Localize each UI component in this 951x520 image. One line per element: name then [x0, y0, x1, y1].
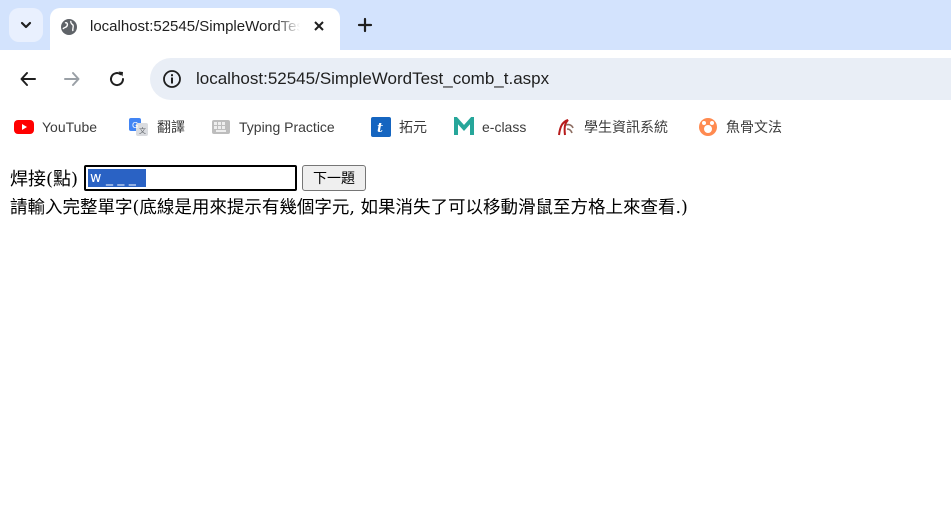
tab-strip: localhost:52545/SimpleWordTest_comb_t.as…	[0, 0, 951, 50]
close-tab-button[interactable]	[308, 15, 330, 37]
active-tab[interactable]: localhost:52545/SimpleWordTest_comb_t.as…	[50, 8, 340, 50]
bookmarks-bar: YouTube G文 翻譯 Typing Practice t 拓元 e-cla…	[0, 108, 951, 146]
bookmark-fishbone-grammar[interactable]: 魚骨文法	[698, 117, 782, 137]
bookmark-label: 翻譯	[157, 119, 185, 135]
next-question-button[interactable]: 下一題	[302, 165, 367, 191]
tab-search-button[interactable]	[9, 8, 43, 42]
eclass-icon	[454, 117, 474, 137]
browser-toolbar: localhost:52545/SimpleWordTest_comb_t.as…	[0, 50, 951, 108]
bookmark-label: 魚骨文法	[726, 119, 782, 135]
bookmark-eclass[interactable]: e-class	[454, 117, 526, 137]
bookmark-student-system[interactable]: 學生資訊系統	[556, 117, 668, 137]
svg-text:G: G	[132, 121, 138, 130]
reload-button[interactable]	[100, 62, 134, 96]
bookmark-tixcraft[interactable]: t 拓元	[371, 117, 427, 137]
word-label: 焊接(點)	[10, 169, 79, 190]
address-bar[interactable]: localhost:52545/SimpleWordTest_comb_t.as…	[150, 58, 951, 100]
youtube-icon	[14, 117, 34, 137]
translate-icon: G文	[129, 117, 149, 137]
bookmark-label: 學生資訊系統	[584, 119, 668, 135]
tixcraft-icon: t	[371, 117, 391, 137]
bookmark-label: e-class	[482, 119, 527, 135]
bookmark-typing-practice[interactable]: Typing Practice	[211, 117, 335, 137]
forward-button[interactable]	[55, 62, 89, 96]
info-icon[interactable]	[162, 69, 182, 89]
arrow-right-icon	[64, 72, 80, 86]
bookmark-translate[interactable]: G文 翻譯	[129, 117, 185, 137]
bookmark-label: Typing Practice	[239, 119, 335, 135]
answer-input-value: w _ _ _	[88, 169, 147, 187]
new-tab-button[interactable]	[348, 8, 382, 42]
bookmark-youtube[interactable]: YouTube	[14, 117, 97, 137]
answer-input[interactable]: w _ _ _	[84, 165, 298, 191]
keyboard-icon	[211, 117, 231, 137]
instruction-text: 請輸入完整單字(底線是用來提示有幾個字元, 如果消失了可以移動滑鼠至方格上來查看…	[10, 198, 688, 218]
student-system-icon	[556, 117, 576, 137]
bookmark-label: YouTube	[42, 119, 98, 135]
page-content: 焊接(點) w _ _ _ 下一題 請輸入完整單字(底線是用來提示有幾個字元, …	[0, 146, 951, 520]
question-row: 焊接(點) w _ _ _ 下一題	[10, 164, 367, 192]
bookmark-label: 拓元	[399, 119, 427, 135]
svg-text:文: 文	[139, 126, 146, 135]
address-url[interactable]: localhost:52545/SimpleWordTest_comb_t.as…	[196, 69, 549, 89]
arrow-left-icon	[20, 72, 36, 86]
svg-text:t: t	[377, 121, 383, 136]
plus-icon	[357, 17, 373, 33]
fishbone-grammar-icon	[698, 117, 718, 137]
back-button[interactable]	[11, 62, 45, 96]
globe-icon	[61, 19, 77, 35]
reload-icon	[110, 71, 125, 87]
close-icon	[314, 21, 324, 31]
chevron-down-icon	[20, 21, 32, 29]
tab-title: localhost:52545/SimpleWordTest_comb_t.as…	[90, 18, 300, 35]
